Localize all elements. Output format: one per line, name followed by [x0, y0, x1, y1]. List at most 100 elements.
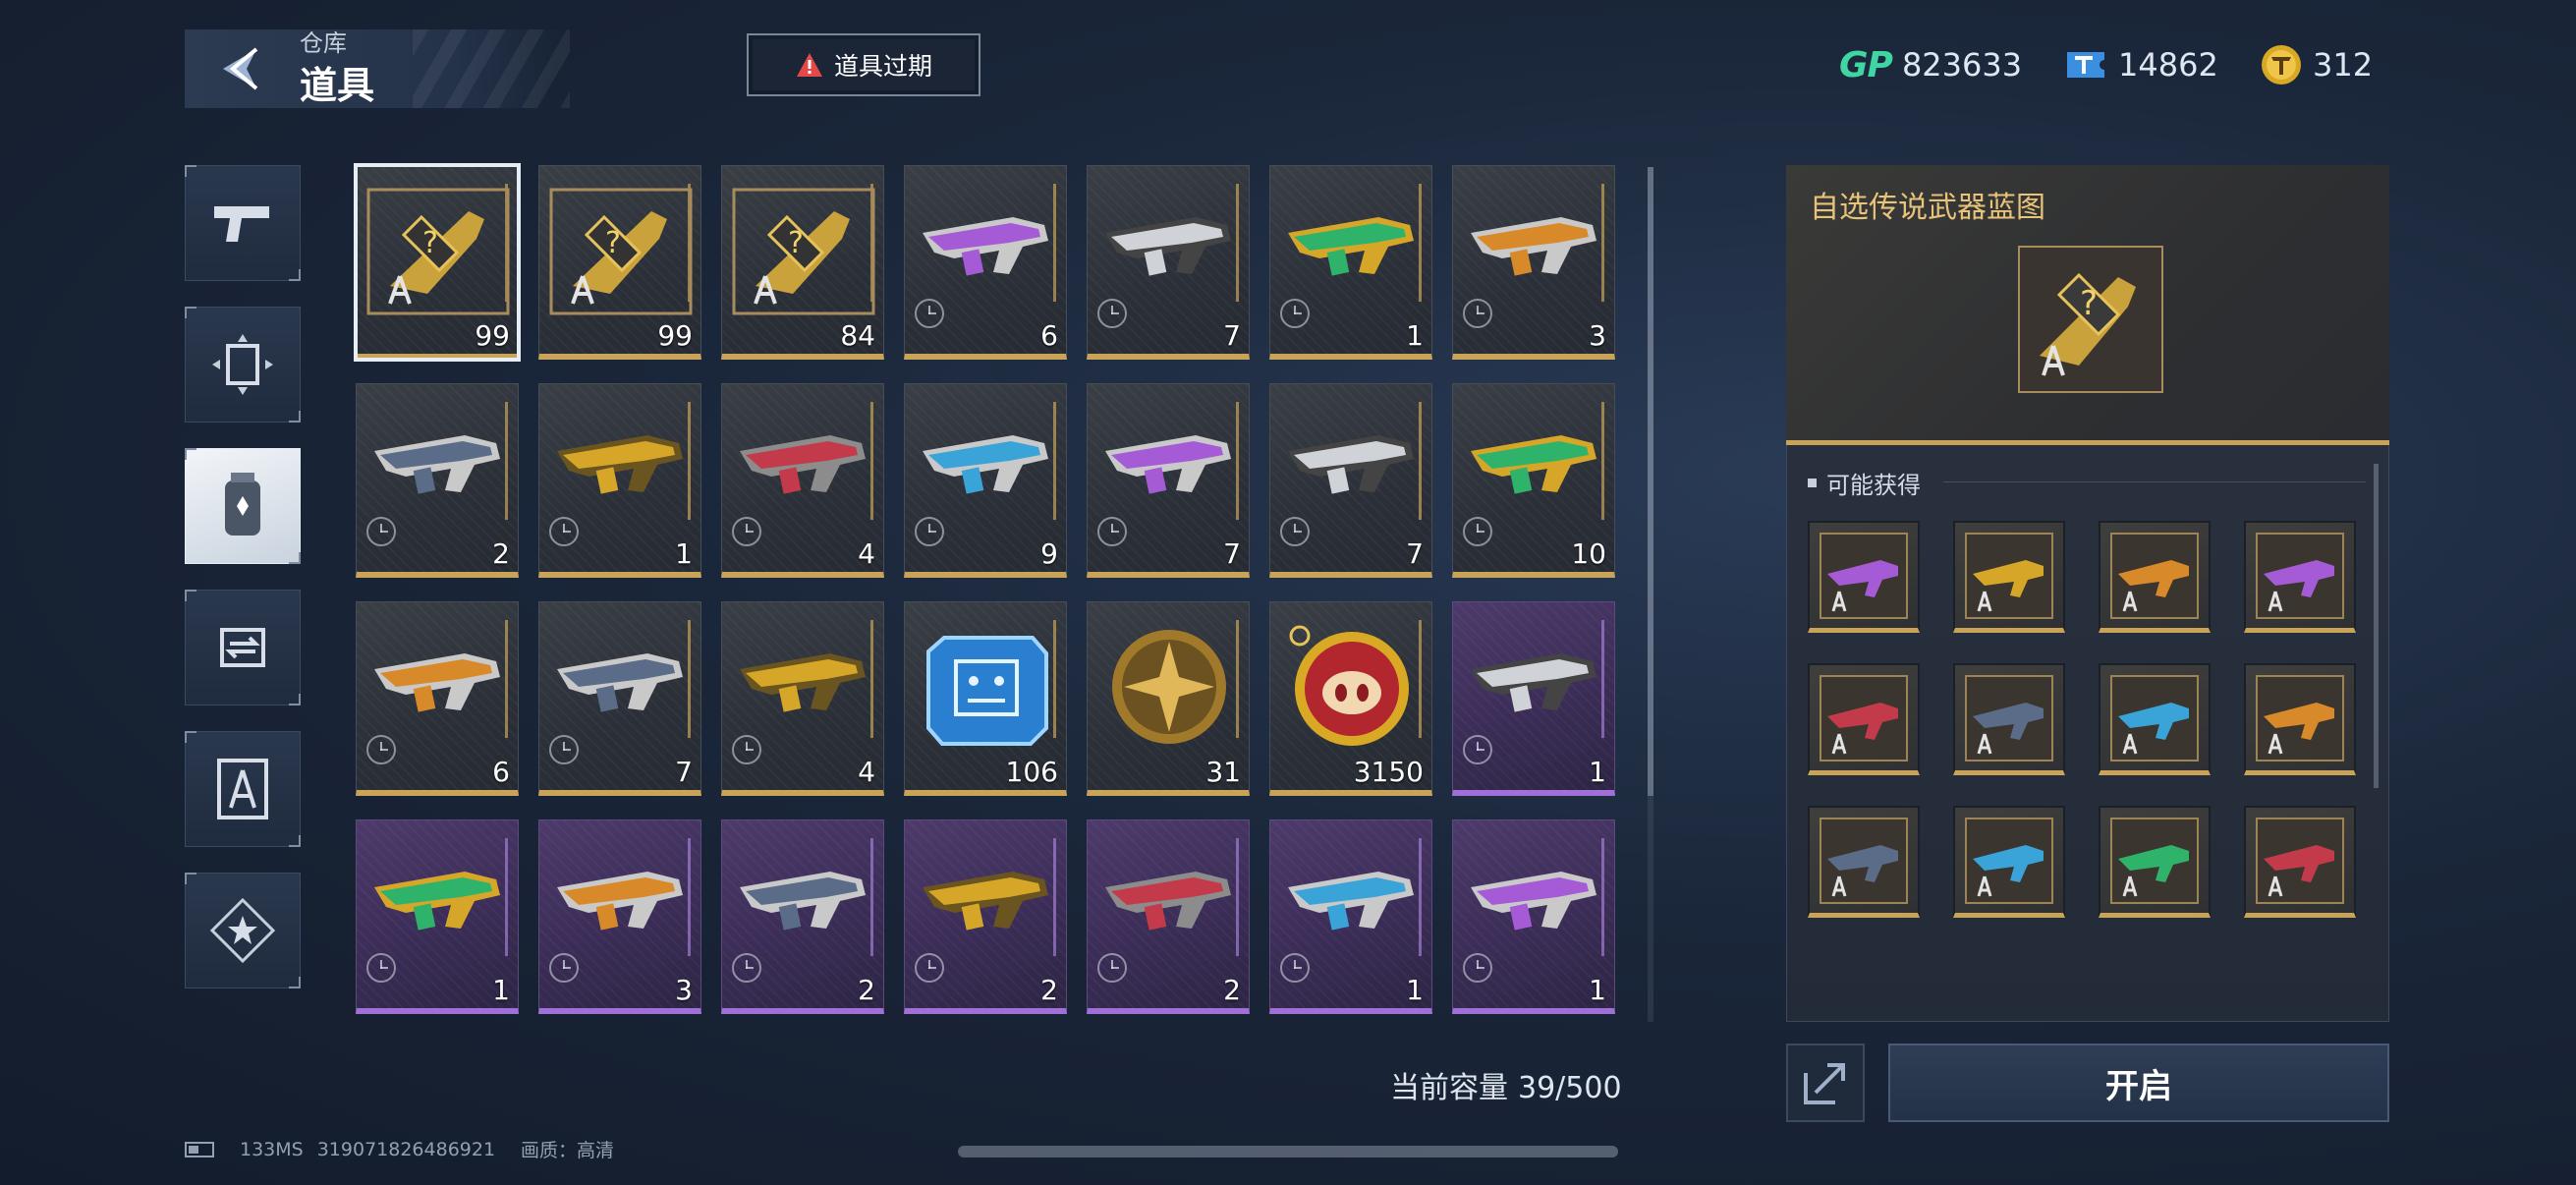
- pistol-icon: [214, 206, 269, 242]
- inventory-slot[interactable]: 10: [1452, 383, 1615, 578]
- inventory-slot[interactable]: 7: [1087, 165, 1250, 360]
- inventory-slot[interactable]: 4: [721, 601, 884, 796]
- item-quantity: 4: [858, 756, 875, 788]
- weapon-icon: [1105, 217, 1231, 276]
- reward-item[interactable]: [1808, 663, 1920, 775]
- category-tab-exchange[interactable]: [185, 590, 301, 705]
- weapon-icon: [557, 435, 683, 494]
- item-detail-title: 自选传说武器蓝图: [1810, 191, 2045, 225]
- inventory-slot[interactable]: 106: [904, 601, 1067, 796]
- reward-item[interactable]: [1953, 521, 2065, 633]
- chip-icon: [926, 636, 1048, 746]
- inventory-slot[interactable]: 7: [538, 601, 701, 796]
- item-expired-label: 道具过期: [833, 52, 932, 81]
- reward-blueprint-frame: [1965, 533, 2053, 619]
- inventory-slot[interactable]: ? 99: [538, 165, 701, 360]
- item-quantity: 106: [1005, 756, 1058, 788]
- reward-item[interactable]: [1808, 521, 1920, 633]
- reward-item[interactable]: [1953, 806, 2065, 918]
- medal-icon: [1112, 630, 1226, 744]
- weapon-icon: [1471, 653, 1596, 712]
- capacity-indicator: 当前容量 39/500: [1390, 1063, 1622, 1106]
- inventory-slot[interactable]: 4: [721, 383, 884, 578]
- item-expired-button[interactable]: 道具过期: [747, 33, 980, 96]
- reward-item[interactable]: [2099, 806, 2211, 918]
- currency-coin: 312: [2260, 37, 2373, 92]
- inventory-slot[interactable]: 9: [904, 383, 1067, 578]
- inventory-slot[interactable]: 1: [1452, 819, 1615, 1014]
- item-quantity: 1: [1589, 974, 1606, 1006]
- category-tab-items[interactable]: [185, 448, 301, 564]
- header-stripes: [413, 29, 570, 108]
- category-tab-weapons[interactable]: [185, 165, 301, 281]
- reward-item[interactable]: [2244, 806, 2356, 918]
- card-icon: [212, 334, 273, 395]
- home-indicator[interactable]: [958, 1146, 1618, 1157]
- item-quantity: 7: [675, 756, 693, 788]
- clock-icon: [549, 735, 579, 764]
- reward-blueprint-icon: [1973, 845, 2044, 897]
- reward-item[interactable]: [2244, 521, 2356, 633]
- exchange-icon: [220, 628, 265, 667]
- inventory-slot[interactable]: ? 84: [721, 165, 884, 360]
- inventory-slot[interactable]: 3150: [1269, 601, 1432, 796]
- weapon-icon: [1288, 872, 1414, 931]
- inventory-slot[interactable]: 2: [356, 383, 519, 578]
- capacity-value: 39/500: [1518, 1071, 1622, 1105]
- ping-text: 133MS: [240, 1138, 304, 1160]
- category-tab-cards[interactable]: [185, 307, 301, 423]
- inventory-slot[interactable]: 3: [1452, 165, 1615, 360]
- inventory-grid: ? 99 ? 99 ? 84 6 7 1 3 2 1 4 9 7 7 10 6 …: [354, 163, 1623, 1020]
- svg-text:?: ?: [2080, 284, 2098, 323]
- weapon-icon: [374, 435, 500, 494]
- inventory-slot[interactable]: 6: [356, 601, 519, 796]
- share-button[interactable]: [1786, 1044, 1865, 1122]
- item-quantity: 3150: [1353, 756, 1424, 788]
- inventory-slot[interactable]: 1: [1269, 819, 1432, 1014]
- inventory-slot[interactable]: 1: [356, 819, 519, 1014]
- reward-item[interactable]: [2244, 663, 2356, 775]
- inventory-slot[interactable]: 6: [904, 165, 1067, 360]
- clock-icon: [1463, 735, 1492, 764]
- reward-item[interactable]: [2099, 663, 2211, 775]
- ticket-icon: [2067, 52, 2104, 78]
- item-quantity: 7: [1406, 537, 1424, 570]
- inventory-slot[interactable]: 1: [1452, 601, 1615, 796]
- reward-blueprint-icon: [1973, 560, 2044, 612]
- inventory-slot[interactable]: 2: [1087, 819, 1250, 1014]
- inventory-slot[interactable]: 31: [1087, 601, 1250, 796]
- inventory-slot[interactable]: 7: [1087, 383, 1250, 578]
- reward-item[interactable]: [2099, 521, 2211, 633]
- rewards-scrollbar[interactable]: [2374, 464, 2379, 788]
- item-quantity: 3: [675, 974, 693, 1006]
- battery-icon: [185, 1141, 214, 1157]
- svg-text:?: ?: [788, 226, 804, 260]
- blueprint-item-icon: ?: [732, 188, 875, 315]
- inventory-slot[interactable]: 2: [721, 819, 884, 1014]
- inventory-scroll-thumb[interactable]: [1648, 167, 1653, 796]
- weapon-icon: [923, 435, 1048, 494]
- item-quantity: 6: [492, 756, 510, 788]
- item-quantity: 9: [1040, 537, 1058, 570]
- reward-blueprint-icon: [2118, 845, 2189, 897]
- reward-blueprint-frame: [1820, 675, 1908, 762]
- back-button[interactable]: [211, 39, 270, 98]
- reward-item[interactable]: [1808, 806, 1920, 918]
- clock-icon: [366, 735, 396, 764]
- reward-blueprint-icon: [1827, 845, 1898, 897]
- inventory-slot[interactable]: 1: [538, 383, 701, 578]
- reward-item[interactable]: [1953, 663, 2065, 775]
- inventory-slot[interactable]: ? 99: [354, 163, 521, 362]
- status-footer: 133MS 319071826486921 画质：高清: [185, 1136, 614, 1162]
- open-button[interactable]: 开启: [1888, 1044, 2389, 1122]
- item-quantity: 31: [1205, 756, 1241, 788]
- category-tab-blueprints[interactable]: [185, 731, 301, 847]
- inventory-slot[interactable]: 3: [538, 819, 701, 1014]
- inventory-slot[interactable]: 7: [1269, 383, 1432, 578]
- inventory-slot[interactable]: 1: [1269, 165, 1432, 360]
- currency-ticket-value: 14862: [2118, 46, 2218, 84]
- item-quantity: 84: [840, 319, 875, 352]
- category-tab-special[interactable]: [185, 873, 301, 988]
- inventory-slot[interactable]: 2: [904, 819, 1067, 1014]
- item-detail-preview: ?: [2018, 246, 2163, 393]
